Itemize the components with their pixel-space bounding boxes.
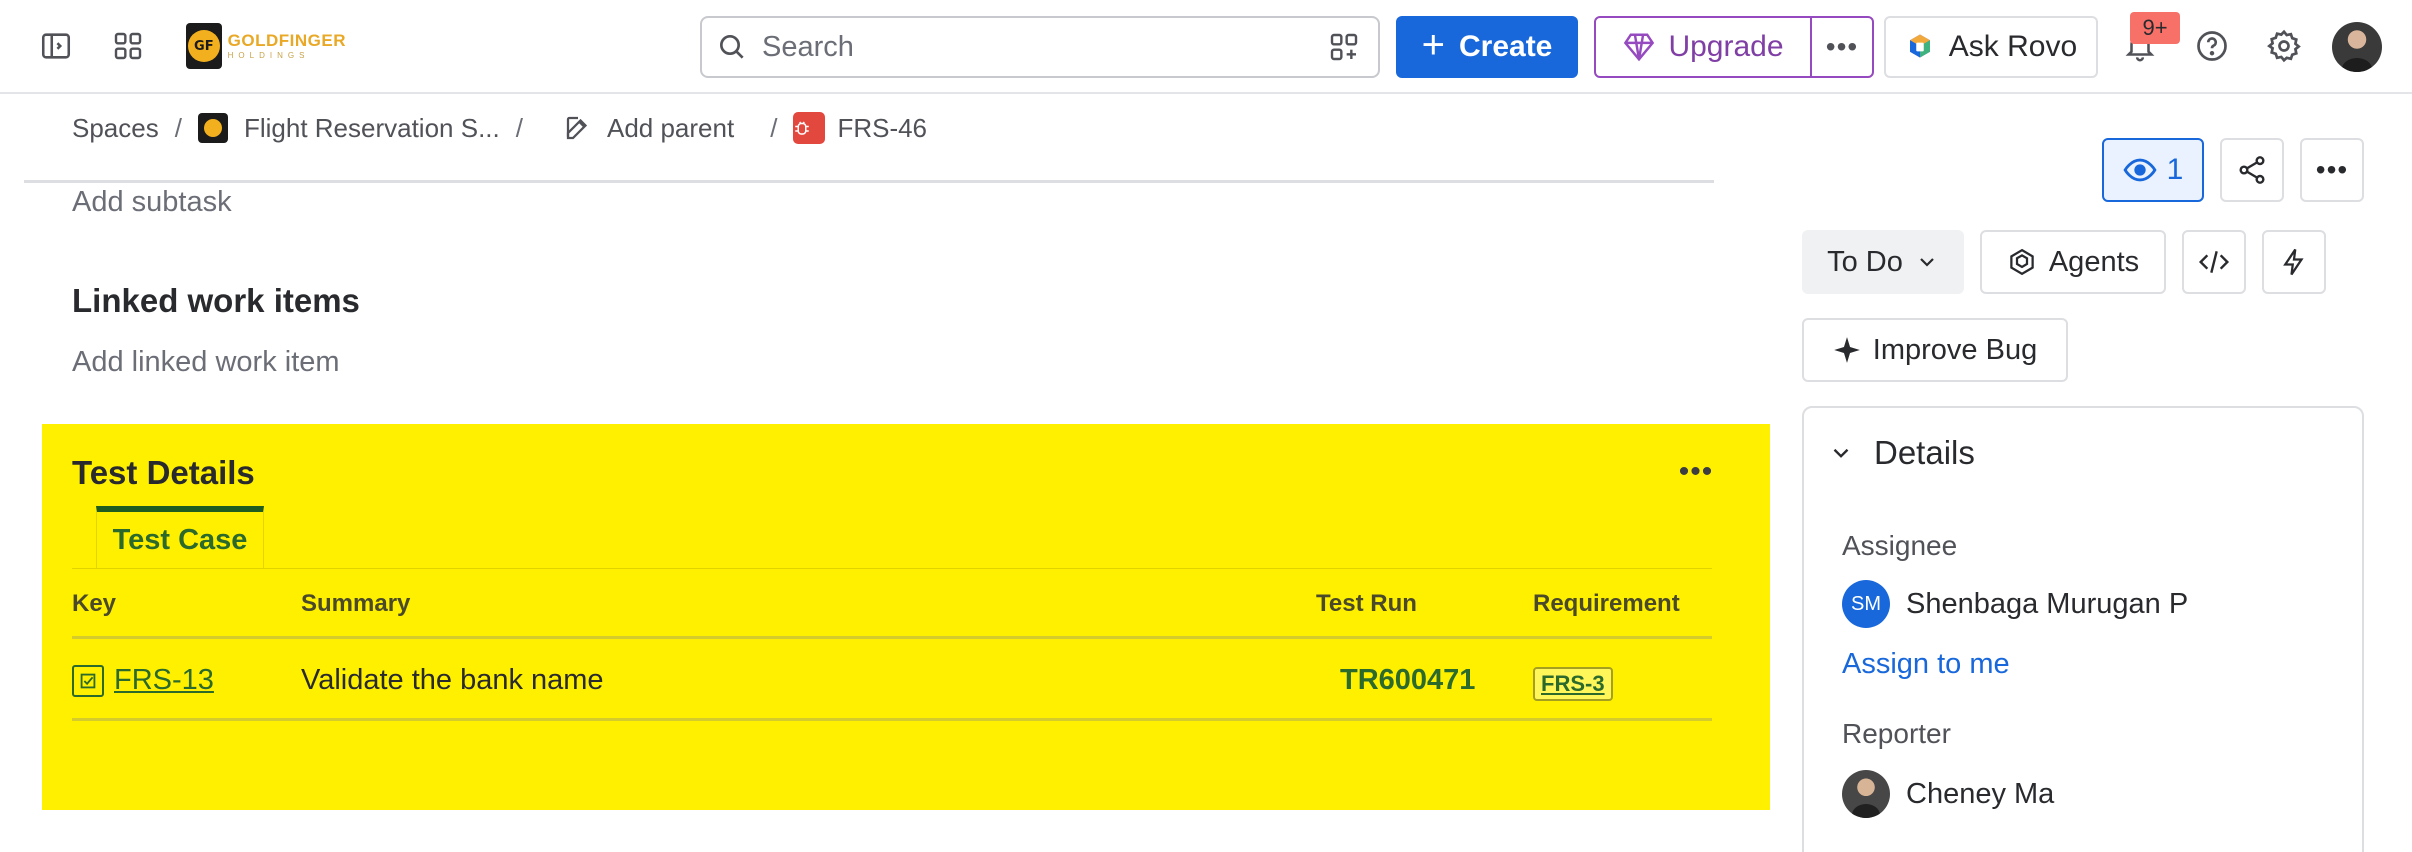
breadcrumb-separator: / <box>770 112 778 143</box>
upgrade-more-button[interactable]: ••• <box>1810 18 1872 76</box>
chevron-down-icon <box>1833 448 1849 458</box>
lightning-icon <box>2283 248 2304 276</box>
improve-bug-label: Improve Bug <box>1872 333 2038 366</box>
logo-name: GOLDFINGER <box>227 31 346 50</box>
test-details-title: Test Details <box>72 454 255 491</box>
automation-button[interactable] <box>2262 230 2326 294</box>
edit-icon <box>566 116 588 140</box>
test-case-icon <box>72 664 104 697</box>
tab-test-case[interactable]: Test Case <box>96 506 264 568</box>
more-horizontal-icon: ••• <box>2315 154 2349 185</box>
logo-badge-icon: GF <box>186 23 222 69</box>
agents-button[interactable]: Agents <box>1980 230 2166 294</box>
test-details-panel: Test Details ••• Test Case Key Summary T… <box>42 424 1770 810</box>
ask-rovo-button[interactable]: Ask Rovo <box>1884 16 2098 78</box>
upgrade-button-label: Upgrade <box>1668 30 1784 63</box>
app-switcher-icon[interactable] <box>102 20 154 72</box>
sparkle-icon <box>1833 337 1860 363</box>
breadcrumb-separator: / <box>174 112 182 143</box>
share-button[interactable] <box>2220 138 2284 202</box>
assignee-avatar: SM <box>1842 580 1890 628</box>
improve-bug-button[interactable]: Improve Bug <box>1802 318 2068 382</box>
create-button-label: Create <box>1458 30 1553 63</box>
details-card: Details Assignee SM Shenbaga Murugan P A… <box>1802 406 2364 852</box>
test-case-summary: Validate the bank name <box>301 664 604 696</box>
developer-button[interactable] <box>2182 230 2246 294</box>
help-icon[interactable] <box>2186 20 2238 72</box>
breadcrumb-project-label: Flight Reservation S... <box>243 112 500 143</box>
test-case-key-link[interactable]: FRS-13 <box>72 664 214 697</box>
breadcrumb-issue[interactable]: FRS-46 <box>793 112 927 144</box>
breadcrumb-add-parent-label: Add parent <box>606 112 735 143</box>
more-horizontal-icon: ••• <box>1825 31 1859 62</box>
column-header-test-run[interactable]: Test Run <box>1316 590 1417 618</box>
user-avatar[interactable] <box>2332 22 2382 72</box>
column-header-summary[interactable]: Summary <box>301 590 410 618</box>
gem-icon <box>1624 33 1655 62</box>
column-header-key[interactable]: Key <box>72 590 116 618</box>
breadcrumb-issue-key: FRS-46 <box>837 112 928 143</box>
linked-work-items-heading: Linked work items <box>72 282 360 319</box>
assignee-name: Shenbaga Murugan P <box>1906 587 2189 620</box>
ask-rovo-label: Ask Rovo <box>1948 30 2078 63</box>
assignee-label: Assignee <box>1842 530 1958 561</box>
upgrade-group: Upgrade ••• <box>1594 16 1874 78</box>
breadcrumb: Spaces / Flight Reservation S... / Add p… <box>72 108 927 148</box>
scan-add-icon[interactable] <box>1324 27 1364 67</box>
eye-icon <box>2123 158 2157 182</box>
requirement-badge[interactable]: FRS-3 <box>1533 667 1613 701</box>
status-dropdown[interactable]: To Do <box>1802 230 1964 294</box>
agents-label: Agents <box>2048 245 2140 278</box>
reporter-label: Reporter <box>1842 718 1951 749</box>
search-icon <box>720 35 744 59</box>
breadcrumb-separator: / <box>515 112 523 143</box>
test-details-more-button[interactable]: ••• <box>1668 452 1724 492</box>
chevron-down-icon <box>1920 258 1934 267</box>
reporter-name: Cheney Ma <box>1906 777 2055 810</box>
assign-to-me-link[interactable]: Assign to me <box>1842 648 2010 681</box>
share-icon <box>2239 156 2265 184</box>
test-case-key: FRS-13 <box>114 664 214 696</box>
search-box[interactable] <box>700 16 1380 78</box>
column-header-requirement[interactable]: Requirement <box>1533 590 1680 618</box>
watch-button[interactable]: 1 <box>2102 138 2204 202</box>
assignee-field[interactable]: SM Shenbaga Murugan P <box>1842 580 2188 628</box>
add-subtask-link[interactable]: Add subtask <box>72 186 232 219</box>
upgrade-button[interactable]: Upgrade <box>1596 18 1810 76</box>
details-toggle[interactable]: Details <box>1828 434 1975 472</box>
status-label: To Do <box>1827 245 1903 278</box>
sidebar-toggle-icon[interactable] <box>30 20 82 72</box>
add-linked-work-item-link[interactable]: Add linked work item <box>72 346 340 379</box>
search-input[interactable] <box>762 30 1324 64</box>
breadcrumb-add-parent[interactable]: Add parent <box>563 113 734 144</box>
agents-icon <box>2010 248 2034 276</box>
top-navigation: GF GOLDFINGER HOLDINGS + Create Upgrade … <box>0 0 2412 94</box>
reporter-avatar <box>1842 770 1890 818</box>
row-divider <box>72 718 1712 721</box>
notification-badge: 9+ <box>2130 12 2180 44</box>
watch-count: 1 <box>2166 153 2184 186</box>
bug-icon <box>793 112 826 144</box>
rovo-icon <box>1909 34 1930 58</box>
company-logo[interactable]: GF GOLDFINGER HOLDINGS <box>186 23 346 69</box>
plus-icon: + <box>1421 23 1445 67</box>
issue-more-button[interactable]: ••• <box>2300 138 2364 202</box>
test-run-value[interactable]: TR600471 <box>1340 664 1475 697</box>
header-divider <box>72 636 1712 639</box>
tab-underline <box>72 568 1712 569</box>
project-logo-icon <box>197 113 228 143</box>
reporter-field[interactable]: Cheney Ma <box>1842 770 2054 818</box>
breadcrumb-spaces[interactable]: Spaces <box>72 113 159 144</box>
section-divider <box>24 180 1714 183</box>
create-button[interactable]: + Create <box>1396 16 1578 78</box>
logo-subtitle: HOLDINGS <box>227 51 310 60</box>
breadcrumb-project[interactable]: Flight Reservation S... <box>197 112 500 144</box>
more-horizontal-icon: ••• <box>1678 455 1714 488</box>
code-icon <box>2198 251 2230 273</box>
details-title: Details <box>1874 434 1975 471</box>
gear-icon[interactable] <box>2258 20 2310 72</box>
